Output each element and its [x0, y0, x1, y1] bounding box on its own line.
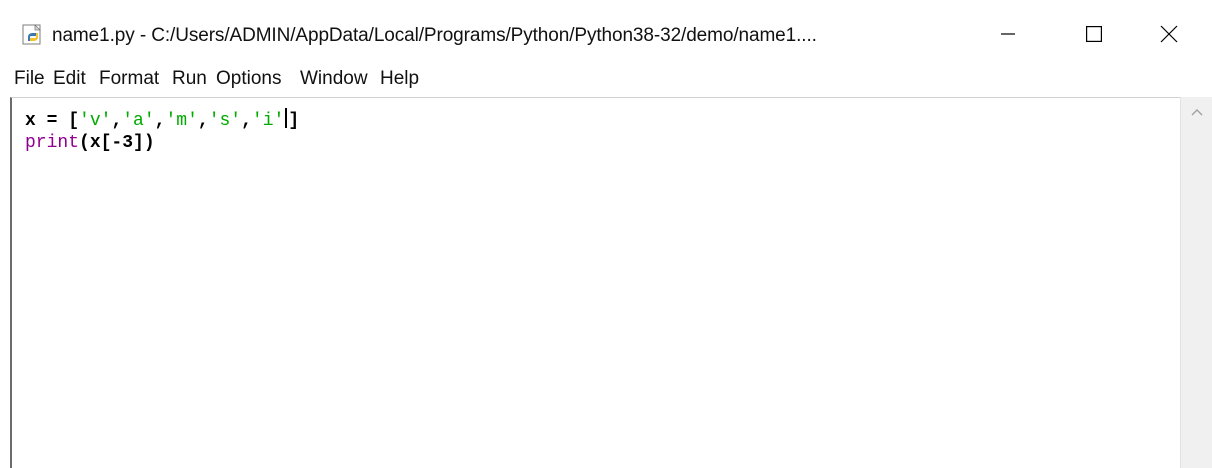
token-string: 'm' — [165, 111, 198, 131]
code-line-2: print(x[-3]) — [25, 132, 155, 154]
token-var: x — [25, 111, 36, 131]
menu-help[interactable]: Help — [380, 68, 419, 90]
maximize-icon — [1086, 26, 1102, 42]
scroll-up-button[interactable] — [1181, 97, 1212, 127]
menu-bar: File Edit Format Run Options Window Help — [0, 64, 1212, 96]
menu-edit[interactable]: Edit — [53, 68, 86, 90]
text-cursor — [285, 108, 288, 128]
token-args: (x[-3]) — [79, 133, 155, 153]
close-button[interactable] — [1146, 14, 1192, 54]
idle-editor-window: name1.py - C:/Users/ADMIN/AppData/Local/… — [0, 0, 1212, 468]
menu-options[interactable]: Options — [216, 68, 281, 90]
token-close-bracket: ] — [288, 111, 300, 131]
title-bar[interactable]: name1.py - C:/Users/ADMIN/AppData/Local/… — [0, 0, 1212, 64]
code-line-1: x = ['v','a','m','s','i'] — [25, 108, 299, 132]
menu-run[interactable]: Run — [172, 68, 207, 90]
menu-window[interactable]: Window — [300, 68, 368, 90]
token-builtin-print: print — [25, 133, 80, 153]
token-op: = — [35, 111, 69, 131]
python-idle-icon — [22, 24, 44, 46]
window-title: name1.py - C:/Users/ADMIN/AppData/Local/… — [52, 25, 817, 46]
token-string: 'v' — [79, 111, 112, 131]
minimize-icon — [1001, 27, 1015, 41]
token-string: 'i' — [251, 111, 285, 131]
close-icon — [1160, 25, 1178, 43]
token-open-bracket: [ — [68, 111, 80, 131]
scroll-up-arrow-icon — [1191, 103, 1203, 121]
code-editor[interactable]: x = ['v','a','m','s','i'] print(x[-3]) — [10, 97, 1181, 468]
token-comma: , — [197, 111, 209, 131]
token-string: 's' — [208, 111, 242, 131]
menu-file[interactable]: File — [14, 68, 45, 90]
token-string: 'a' — [122, 111, 155, 131]
token-comma: , — [111, 111, 123, 131]
token-comma: , — [241, 111, 252, 131]
menu-format[interactable]: Format — [99, 68, 159, 90]
vertical-scrollbar[interactable] — [1180, 97, 1212, 468]
token-comma: , — [154, 111, 166, 131]
maximize-button[interactable] — [1071, 14, 1117, 54]
minimize-button[interactable] — [985, 14, 1031, 54]
